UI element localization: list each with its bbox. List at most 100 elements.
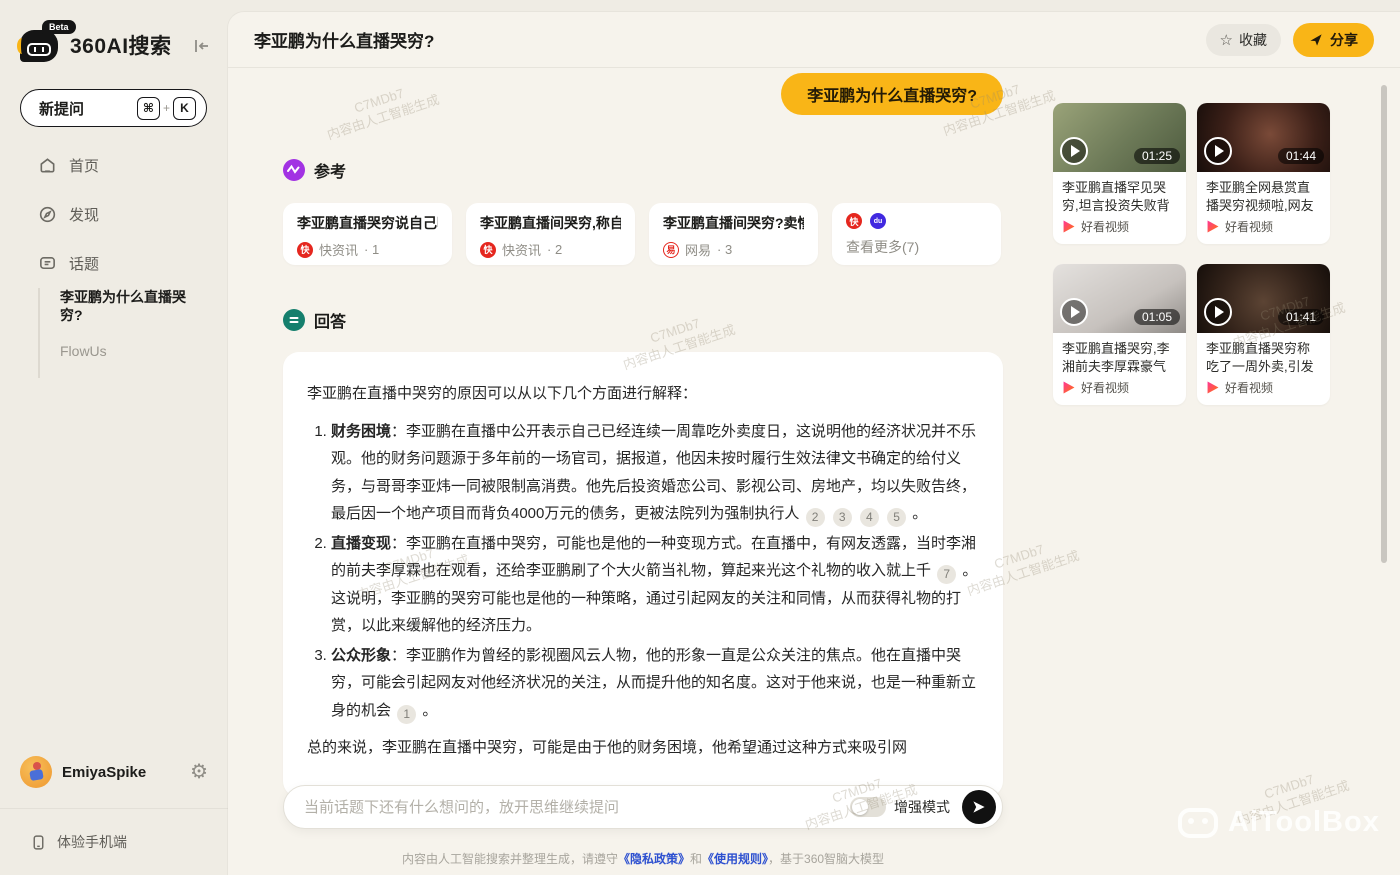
video-duration: 01:41 xyxy=(1277,309,1324,325)
answer-card: 李亚鹏在直播中哭穷的原因可以从以下几个方面进行解释： 财务困境：李亚鹏在直播中公… xyxy=(283,352,1003,797)
reference-card[interactable]: 李亚鹏直播间哭穷?卖惨有... 易 网易 · 3 xyxy=(649,203,818,265)
send-icon xyxy=(973,801,985,813)
user-name: EmiyaSpike xyxy=(62,763,147,781)
video-source: 好看视频 xyxy=(1225,381,1274,395)
source-name: 网易 xyxy=(685,243,712,258)
beta-badge: Beta xyxy=(42,20,76,34)
privacy-policy-link[interactable]: 《隐私政策》 xyxy=(618,852,690,866)
enhance-mode-toggle[interactable] xyxy=(850,797,886,817)
reference-section-header: 参考 xyxy=(283,158,346,182)
share-icon xyxy=(1310,33,1322,46)
mobile-app-link[interactable]: 体验手机端 xyxy=(30,832,127,852)
topic-item-current[interactable]: 李亚鹏为什么直播哭穷? xyxy=(60,288,208,324)
video-card[interactable]: 01:41 李亚鹏直播哭穷称吃了一周外卖,引发网... 好看视频 xyxy=(1197,264,1330,405)
cmd-keycap: ⌘ xyxy=(136,96,160,120)
star-icon: ☆ xyxy=(1219,31,1233,49)
followup-input[interactable] xyxy=(304,798,850,816)
avatar xyxy=(20,756,52,788)
divider xyxy=(0,808,228,809)
send-button[interactable] xyxy=(962,790,996,824)
haokan-icon xyxy=(1207,381,1219,394)
video-duration: 01:05 xyxy=(1133,309,1180,325)
play-icon xyxy=(1060,298,1088,326)
video-thumbnail: 01:44 xyxy=(1197,103,1330,172)
video-card[interactable]: 01:05 李亚鹏直播哭穷,李湘前夫李厚霖豪气出手 好看视频 xyxy=(1053,264,1186,405)
usage-rules-link[interactable]: 《使用规则》 xyxy=(702,852,768,866)
citation-badge[interactable]: 4 xyxy=(859,508,879,528)
topic-item-flowus[interactable]: FlowUs xyxy=(60,342,208,360)
baidu-icon: du xyxy=(870,213,886,229)
citation-badge[interactable]: 1 xyxy=(397,704,417,724)
answer-intro: 李亚鹏在直播中哭穷的原因可以从以下几个方面进行解释： xyxy=(307,385,698,402)
sidebar-item-label: 发现 xyxy=(69,207,100,224)
source-index: · 3 xyxy=(717,242,733,257)
sidebar-item-label: 首页 xyxy=(69,158,100,175)
citation-badge[interactable]: 2 xyxy=(805,508,825,528)
video-title: 李亚鹏全网悬赏直播哭穷视频啦,网友看... xyxy=(1206,180,1314,213)
view-more-label: 查看更多(7) xyxy=(846,239,920,255)
source-index: · 1 xyxy=(364,242,380,257)
video-duration: 01:25 xyxy=(1133,148,1180,164)
favorite-button[interactable]: ☆ 收藏 xyxy=(1205,23,1281,56)
kuaizixun-icon: 快 xyxy=(846,213,862,229)
play-icon xyxy=(1060,137,1088,165)
share-label: 分享 xyxy=(1330,31,1358,48)
citation-badge[interactable]: 7 xyxy=(937,565,957,585)
answer-closing: 总的来说，李亚鹏在直播中哭穷，可能是由于他的财务困境，他希望通过这种方式来吸引网 xyxy=(307,739,908,756)
answer-item-3: 公众形象：李亚鹏作为曾经的影视圈风云人物，他的形象一直是公众关注的焦点。他在直播… xyxy=(331,642,979,725)
new-question-button[interactable]: 新提问 ⌘ + K xyxy=(20,89,207,127)
video-card[interactable]: 01:25 李亚鹏直播罕见哭穷,坦言投资失败背负... 好看视频 xyxy=(1053,103,1186,244)
haokan-icon xyxy=(1063,381,1075,394)
main-panel: 李亚鹏为什么直播哭穷? ☆ 收藏 分享 李亚鹏为什么直播哭穷? 参考 李亚鹏直播… xyxy=(228,12,1400,875)
home-icon xyxy=(40,158,55,173)
haokan-icon xyxy=(1207,220,1219,233)
citation-badge[interactable]: 3 xyxy=(832,508,852,528)
reference-card[interactable]: 李亚鹏直播间哭穷,称自己... 快 快资讯 · 2 xyxy=(466,203,635,265)
video-source: 好看视频 xyxy=(1081,220,1130,234)
user-account-row[interactable]: EmiyaSpike ⚙ xyxy=(20,755,208,789)
sidebar-item-home[interactable]: 首页 xyxy=(38,155,99,176)
reference-icon xyxy=(283,159,305,181)
source-name: 快资讯 xyxy=(502,243,542,258)
app-title: 360AI搜索 xyxy=(70,35,172,58)
answer-item-1: 财务困境：李亚鹏在直播中公开表示自己已经连续一周靠吃外卖度日，这说明他的经济状况… xyxy=(331,418,979,528)
sidebar-item-label: 话题 xyxy=(69,256,100,273)
sidebar-item-discover[interactable]: 发现 xyxy=(38,204,99,225)
source-name: 快资讯 xyxy=(319,243,359,258)
video-results: 01:25 李亚鹏直播罕见哭穷,坦言投资失败背负... 好看视频 01:44 李… xyxy=(1053,103,1330,405)
answer-list: 财务困境：李亚鹏在直播中公开表示自己已经连续一周靠吃外卖度日，这说明他的经济状况… xyxy=(307,418,979,725)
k-keycap: K xyxy=(173,96,196,120)
video-title: 李亚鹏直播哭穷称吃了一周外卖,引发网... xyxy=(1206,341,1314,374)
composer-bar: 增强模式 xyxy=(283,785,1003,829)
user-question-text: 李亚鹏为什么直播哭穷? xyxy=(781,73,1003,115)
video-card[interactable]: 01:44 李亚鹏全网悬赏直播哭穷视频啦,网友看... 好看视频 xyxy=(1197,103,1330,244)
favorite-label: 收藏 xyxy=(1239,31,1267,48)
sidebar-collapse-icon[interactable] xyxy=(192,36,212,56)
settings-gear-icon[interactable]: ⚙ xyxy=(190,762,208,782)
video-thumbnail: 01:05 xyxy=(1053,264,1186,333)
page-title: 李亚鹏为什么直播哭穷? xyxy=(254,32,435,51)
citation-badge[interactable]: 5 xyxy=(887,508,907,528)
video-source: 好看视频 xyxy=(1081,381,1130,395)
reference-card[interactable]: 李亚鹏直播哭穷说自己吃... 快 快资讯 · 1 xyxy=(283,203,452,265)
answer-section-title: 回答 xyxy=(314,314,347,331)
video-title: 李亚鹏直播哭穷,李湘前夫李厚霖豪气出手 xyxy=(1062,341,1170,374)
brand: Beta 360AI搜索 xyxy=(17,20,212,66)
reference-cards: 李亚鹏直播哭穷说自己吃... 快 快资讯 · 1 李亚鹏直播间哭穷,称自己...… xyxy=(283,203,1017,265)
app-logo-icon: Beta xyxy=(17,20,76,64)
view-more-card[interactable]: 快 du 查看更多(7) xyxy=(832,203,1001,265)
sidebar-item-topics[interactable]: 话题 xyxy=(38,253,99,274)
scrollbar[interactable] xyxy=(1381,85,1387,563)
video-duration: 01:44 xyxy=(1277,148,1324,164)
new-question-label: 新提问 xyxy=(39,100,85,118)
topic-list: 李亚鹏为什么直播哭穷? FlowUs xyxy=(38,288,208,378)
video-source: 好看视频 xyxy=(1225,220,1274,234)
play-icon xyxy=(1204,137,1232,165)
share-button[interactable]: 分享 xyxy=(1293,22,1374,57)
netease-icon: 易 xyxy=(663,241,679,258)
answer-section-header: 回答 xyxy=(283,308,346,332)
play-icon xyxy=(1204,298,1232,326)
sidebar: Beta 360AI搜索 新提问 ⌘ + K 首页 发现 话题 李亚鹏为什么直播… xyxy=(0,0,228,875)
answer-item-2: 直播变现：李亚鹏在直播中哭穷，可能也是他的一种变现方式。在直播中，有网友透露，当… xyxy=(331,530,979,640)
answer-icon xyxy=(283,309,305,331)
